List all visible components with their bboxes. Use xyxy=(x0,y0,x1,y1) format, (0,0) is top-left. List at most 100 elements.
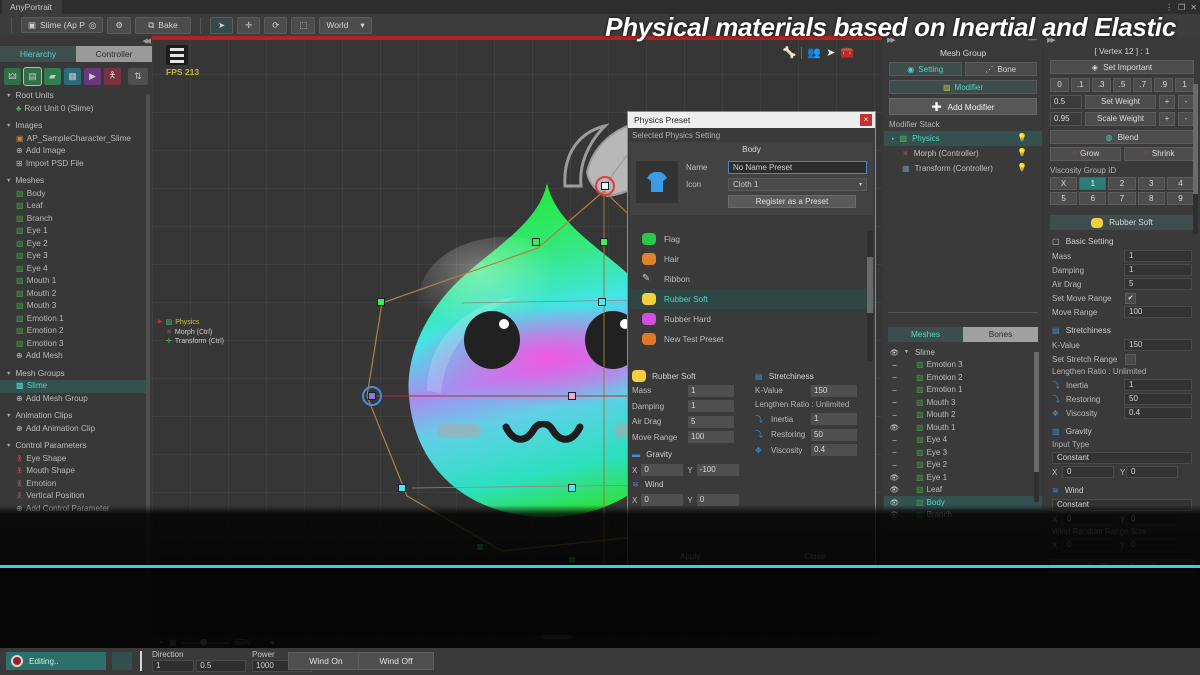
tree-item-mesh-5[interactable]: ▨ Eye 3 xyxy=(0,250,146,263)
tree-item-param-0[interactable]: 🯅 Eye Shape xyxy=(0,453,146,466)
mesh-row-emotion-1[interactable]: ⌣ ▨ Emotion 1 xyxy=(884,384,1042,397)
tree-group-images[interactable]: ▼ Images xyxy=(0,120,146,133)
scale-weight-minus-button[interactable]: - xyxy=(1178,112,1194,126)
tree-item-meshgroup-slime[interactable]: ▩ Slime xyxy=(0,380,146,393)
add-modifier-button[interactable]: ✚ Add Modifier xyxy=(889,98,1037,115)
bulb-off-icon[interactable]: 💡 xyxy=(1017,148,1028,160)
direction-y-input[interactable]: 0.5 xyxy=(196,660,247,672)
mesh-row-emotion-2[interactable]: ⌣ ▨ Emotion 2 xyxy=(884,371,1042,384)
mesh-list-scrollbar[interactable] xyxy=(1034,352,1039,502)
preset-item-hair[interactable]: Hair xyxy=(630,249,875,269)
tree-item-param-2[interactable]: 🯅 Emotion xyxy=(0,478,146,491)
filter-units-icon[interactable]: 🜲 xyxy=(4,67,21,85)
tree-item-mesh-7[interactable]: ▨ Mouth 1 xyxy=(0,275,146,288)
vertex-handle[interactable] xyxy=(398,484,406,492)
overlay-modifier-physics[interactable]: ▶ ▨ Physics xyxy=(158,318,224,328)
scale-weight-input[interactable]: 0.95 xyxy=(1050,112,1082,126)
gravity-y-value[interactable]: 0 xyxy=(1126,466,1178,478)
modifier-row-physics[interactable]: ▸ ▨ Physics 💡 xyxy=(884,131,1042,146)
hierarchy-scrollbar[interactable] xyxy=(146,94,150,574)
tree-item-root-unit-0[interactable]: ♣ Root Unit 0 (Slime) xyxy=(0,103,146,116)
set-weight-plus-button[interactable]: + xyxy=(1159,95,1175,109)
viscosity-5[interactable]: 5 xyxy=(1050,192,1078,205)
row-value[interactable]: 5 xyxy=(688,415,734,428)
viscosity-2[interactable]: 2 xyxy=(1108,177,1136,190)
tree-group-control-parameters[interactable]: ▼ Control Parameters xyxy=(0,440,146,453)
mesh-row-mouth-1[interactable]: 👁 ▨ Mouth 1 xyxy=(884,421,1042,434)
status-badge[interactable]: Editing.. xyxy=(6,652,106,670)
tool-move-button[interactable]: ✛ xyxy=(237,16,261,34)
visibility-icon[interactable]: 👁 xyxy=(889,485,900,494)
viscosity-9[interactable]: 9 xyxy=(1166,192,1195,205)
tree-item-mesh-10[interactable]: ▨ Emotion 1 xyxy=(0,313,146,326)
weight-preset-2[interactable]: .3 xyxy=(1091,78,1111,92)
viscosity-x[interactable]: X xyxy=(1050,177,1078,190)
grow-button[interactable]: ⁘ Grow xyxy=(1050,147,1121,161)
row-value[interactable]: 5 xyxy=(1124,278,1192,290)
cursor-tool-icon[interactable] xyxy=(112,652,132,670)
tree-item-mesh-8[interactable]: ▨ Mouth 2 xyxy=(0,288,146,301)
visibility-off-icon[interactable]: ⌣ xyxy=(889,385,900,395)
center-vertex-handle[interactable] xyxy=(568,392,576,400)
preset-item-ribbon[interactable]: ✎ Ribbon xyxy=(630,269,875,289)
tree-item-add-mesh[interactable]: ⊕ Add Mesh xyxy=(0,350,146,363)
filter-images-icon[interactable]: ▤ xyxy=(23,66,42,86)
visibility-off-icon[interactable]: ⌣ xyxy=(889,360,900,370)
weight-preset-6[interactable]: 1 xyxy=(1175,78,1195,92)
weight-preset-0[interactable]: 0 xyxy=(1050,78,1069,92)
gravity-y-value[interactable]: -100 xyxy=(696,464,739,476)
root-vertex-handle[interactable] xyxy=(601,182,609,190)
preset-icon-dropdown[interactable]: Cloth 1 xyxy=(728,178,867,191)
tree-item-mesh-11[interactable]: ▨ Emotion 2 xyxy=(0,325,146,338)
row-value[interactable]: 1 xyxy=(1124,379,1192,391)
viscosity-6[interactable]: 6 xyxy=(1079,192,1107,205)
tree-item-add-animation-clip[interactable]: ⊕ Add Animation Clip xyxy=(0,423,146,436)
overlay-modifier-transform[interactable]: ✛ Transform (Ctrl) xyxy=(158,337,224,347)
tree-item-mesh-4[interactable]: ▨ Eye 2 xyxy=(0,238,146,251)
tool-scale-button[interactable]: ⬚ xyxy=(291,16,316,34)
weight-preset-4[interactable]: .7 xyxy=(1133,78,1153,92)
tree-item-mesh-2[interactable]: ▨ Branch xyxy=(0,213,146,226)
tree-item-import-psd[interactable]: ⊞ Import PSD File xyxy=(0,158,146,171)
shrink-button[interactable]: ⁘ Shrink xyxy=(1123,147,1194,161)
setting-button[interactable]: ◉ Setting xyxy=(889,62,962,76)
viscosity-1[interactable]: 1 xyxy=(1079,177,1107,190)
row-value[interactable]: 1 xyxy=(688,384,734,397)
mesh-row-eye-1[interactable]: 👁 ▨ Eye 1 xyxy=(884,471,1042,484)
bake-button[interactable]: ⧉ Bake xyxy=(134,16,191,34)
viscosity-7[interactable]: 7 xyxy=(1108,192,1136,205)
space-dropdown[interactable]: World ▾ xyxy=(319,16,372,34)
modifier-button[interactable]: ▨ Modifier xyxy=(889,80,1037,94)
tree-item-image-0[interactable]: ▣ AP_SampleCharacter_Slime xyxy=(0,133,146,146)
row-value[interactable]: 50 xyxy=(811,428,857,441)
bone-button[interactable]: ⋰ Bone xyxy=(964,62,1037,76)
right-panel-scrollbar[interactable] xyxy=(1193,84,1198,234)
tree-group-mesh-groups[interactable]: ▼ Mesh Groups xyxy=(0,368,146,381)
tree-item-add-image[interactable]: ⊕ Add Image xyxy=(0,145,146,158)
preset-thumbnail[interactable] xyxy=(636,161,678,203)
mesh-row-leaf[interactable]: 👁 ▨ Leaf xyxy=(884,484,1042,497)
row-value[interactable]: 1 xyxy=(1124,250,1192,262)
preset-list[interactable]: Flag Hair ✎ Ribbon Rubber Soft Rubber Har… xyxy=(630,229,875,363)
tree-group-animation-clips[interactable]: ▼ Animation Clips xyxy=(0,410,146,423)
visibility-off-icon[interactable]: ⌣ xyxy=(889,460,900,470)
wind-on-button[interactable]: Wind On xyxy=(288,652,364,670)
mesh-row-mouth-3[interactable]: ⌣ ▨ Mouth 3 xyxy=(884,396,1042,409)
viscosity-8[interactable]: 8 xyxy=(1137,192,1165,205)
set-important-button[interactable]: ◈ Set Important xyxy=(1050,60,1194,74)
tree-group-meshes[interactable]: ▼ Meshes xyxy=(0,175,146,188)
bulb-on-icon[interactable]: 💡 xyxy=(1017,133,1028,145)
weight-preset-1[interactable]: .1 xyxy=(1070,78,1090,92)
preset-item-rubber-hard[interactable]: Rubber Hard xyxy=(630,309,875,329)
row-value[interactable]: 1 xyxy=(688,400,734,412)
cursor-icon[interactable]: ➤ xyxy=(826,46,835,59)
tab-controller[interactable]: Controller xyxy=(76,46,152,62)
gravity-x-value[interactable]: 0 xyxy=(641,464,684,476)
tree-item-mesh-9[interactable]: ▨ Mouth 3 xyxy=(0,300,146,313)
tree-item-mesh-12[interactable]: ▨ Emotion 3 xyxy=(0,338,146,351)
weight-preset-3[interactable]: .5 xyxy=(1112,78,1132,92)
filter-params-icon[interactable]: 🯅 xyxy=(104,67,121,85)
visibility-icon[interactable]: 👁 xyxy=(889,473,900,482)
tree-item-mesh-6[interactable]: ▨ Eye 4 xyxy=(0,263,146,276)
tree-item-mesh-3[interactable]: ▨ Eye 1 xyxy=(0,225,146,238)
